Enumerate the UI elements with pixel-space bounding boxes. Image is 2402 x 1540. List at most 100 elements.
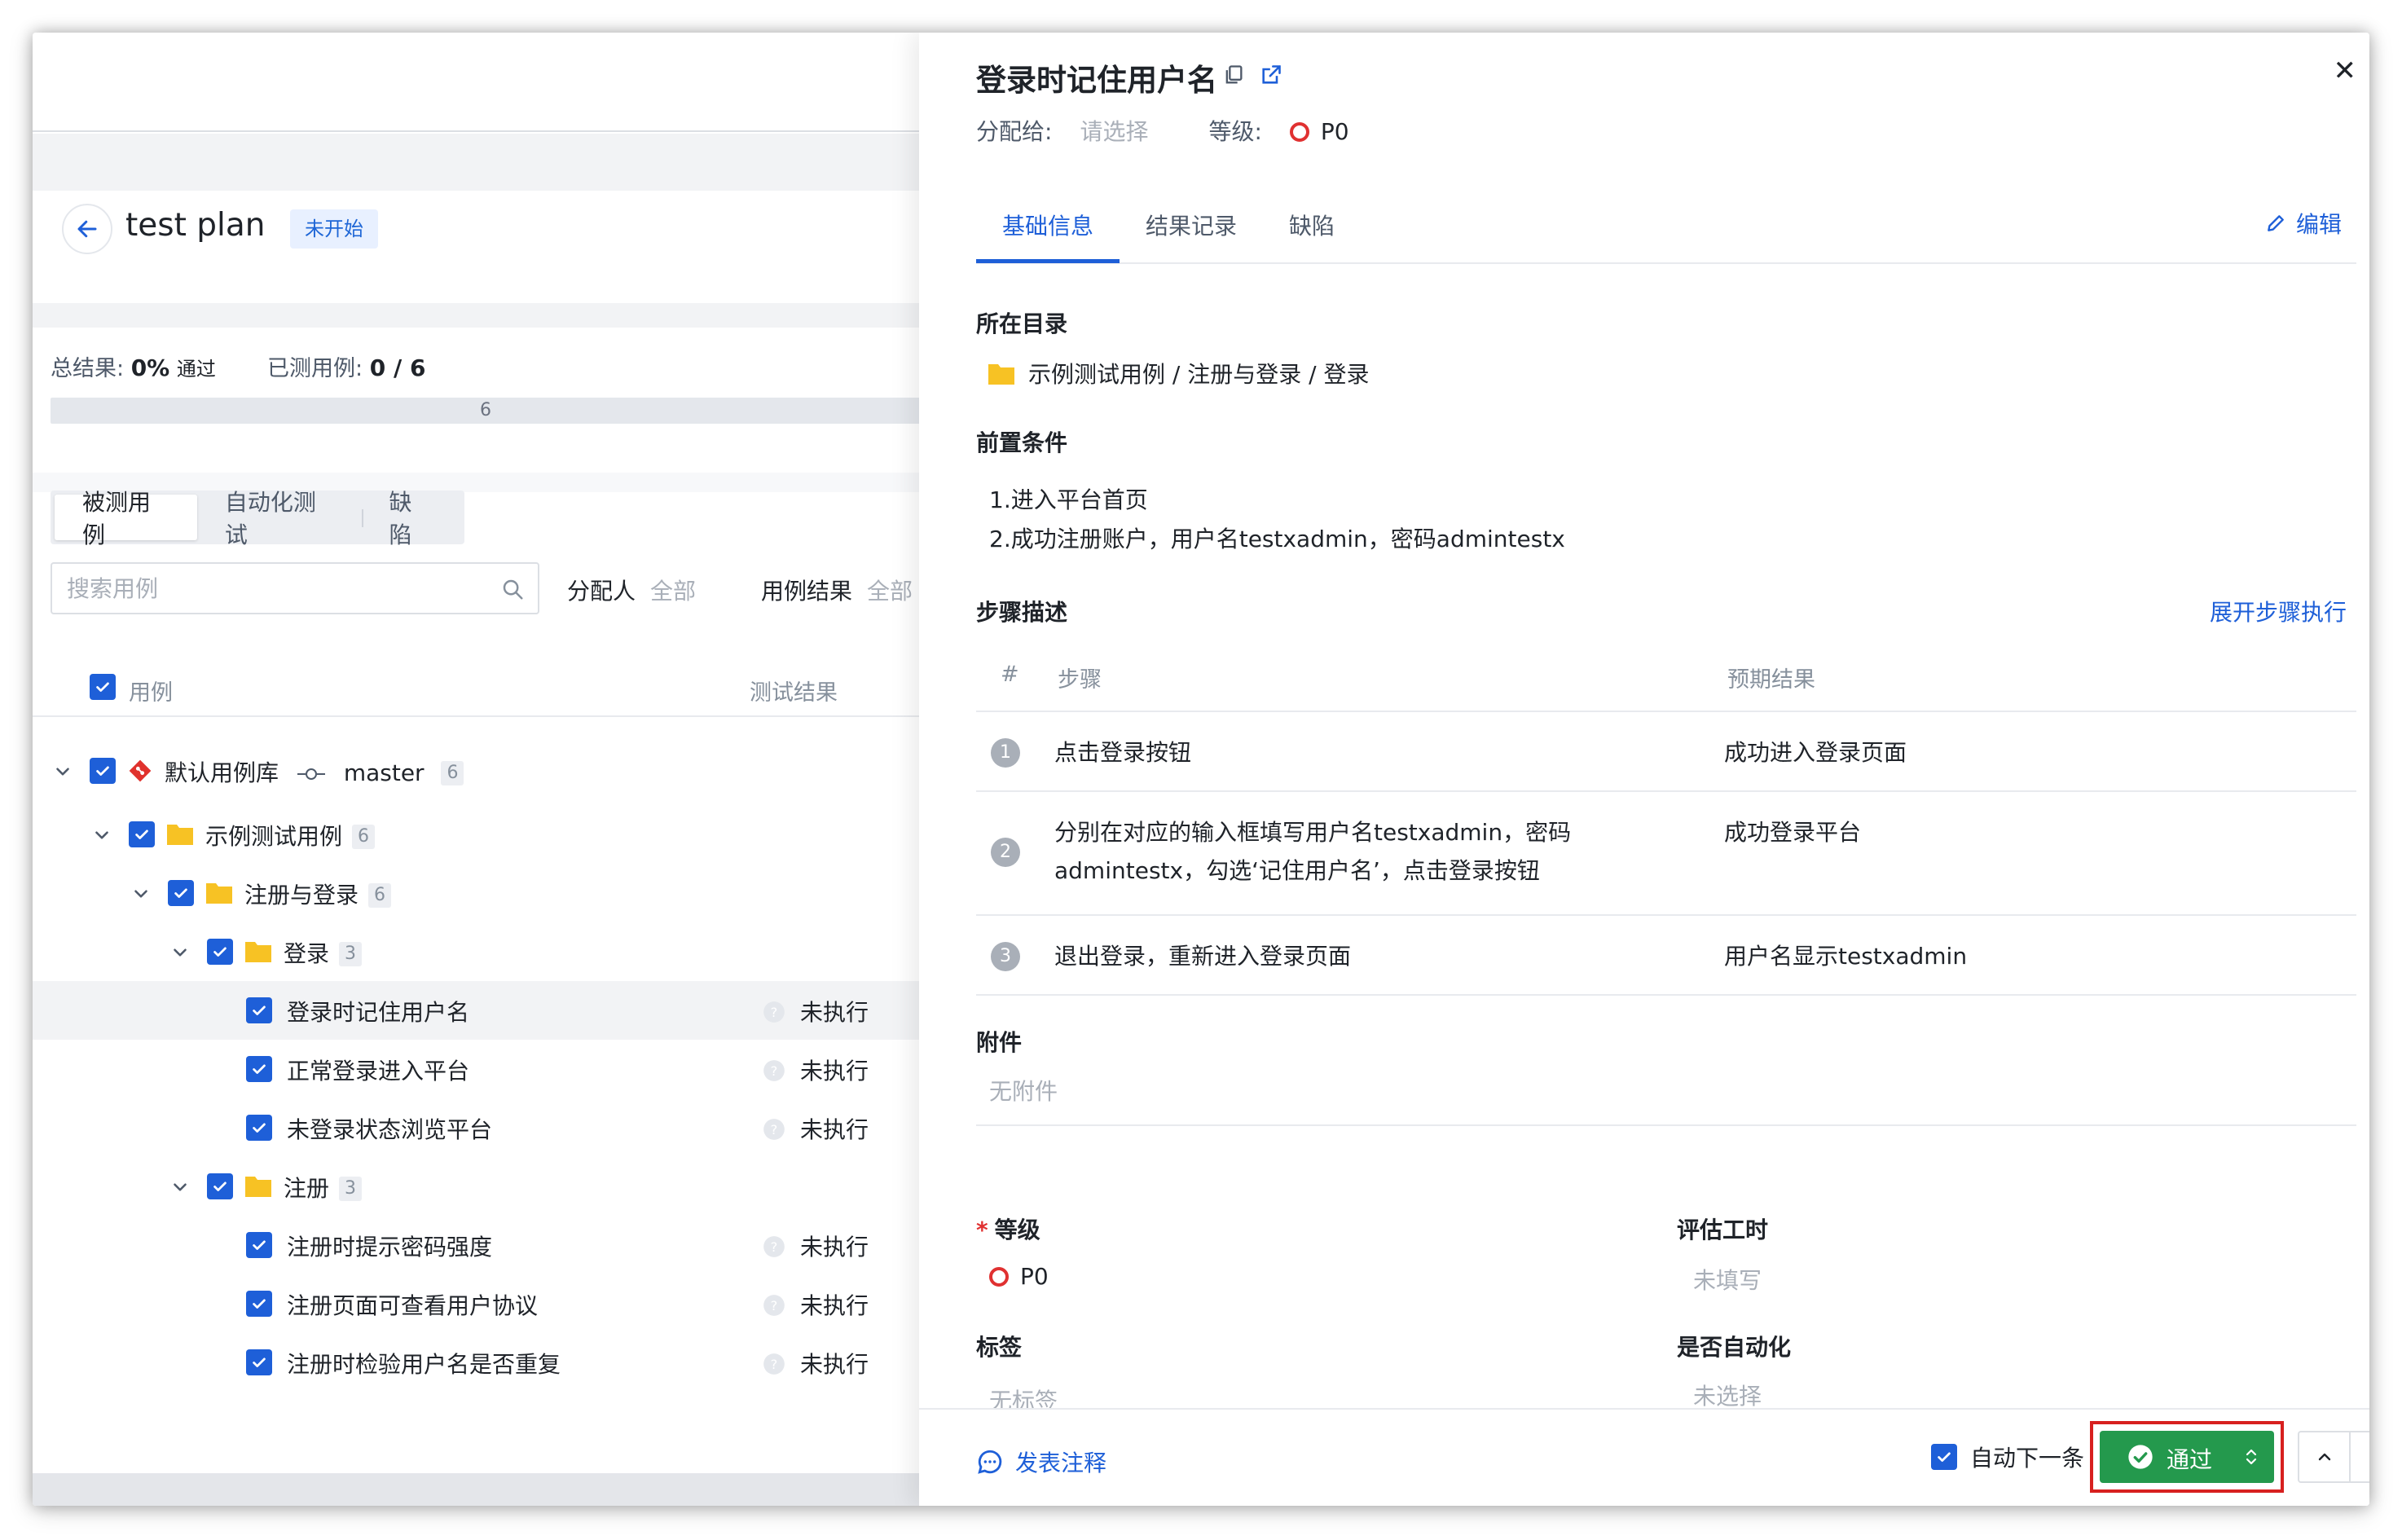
level-value: P0	[1320, 118, 1349, 145]
test-plan-page: test plan 未开始 总结果: 0% 通过 已测用例: 0 / 6 6 被…	[33, 33, 921, 1506]
estimate-field-value[interactable]: 未填写	[1693, 1263, 1762, 1296]
tab-defects[interactable]: 缺陷	[1289, 209, 1335, 241]
auto-next-checkbox[interactable]	[1931, 1444, 1957, 1470]
case-row[interactable]: 正常登录进入平台 ? 未执行	[33, 1040, 921, 1098]
case-checkbox[interactable]	[246, 997, 272, 1023]
attachment-empty: 无附件	[989, 1078, 1058, 1105]
chevron-down-icon	[2366, 1447, 2370, 1467]
tags-field-title: 标签	[976, 1334, 1023, 1361]
tree-checkbox[interactable]	[168, 880, 194, 906]
chevron-down-icon[interactable]	[169, 942, 191, 963]
tree-checkbox[interactable]	[129, 821, 155, 847]
detail-tabs: 基础信息 结果记录 缺陷 编辑	[976, 187, 2356, 264]
case-row-selected[interactable]: 登录时记住用户名 ? 未执行	[33, 981, 921, 1040]
check-icon	[253, 1357, 266, 1367]
tab-tested-cases[interactable]: 被测用例	[55, 489, 197, 548]
assign-select[interactable]: 请选择	[1080, 118, 1148, 145]
expand-steps-link[interactable]: 展开步骤执行	[2210, 595, 2347, 627]
chevron-down-icon[interactable]	[169, 1177, 191, 1198]
search-icon[interactable]	[500, 577, 525, 601]
count-badge: 6	[352, 825, 376, 849]
case-checkbox[interactable]	[246, 1115, 272, 1141]
tab-automation[interactable]: 自动化测试	[197, 489, 363, 548]
case-column-header: 用例	[129, 680, 173, 706]
branch-icon	[297, 768, 325, 780]
count-badge: 3	[339, 1177, 363, 1201]
folder-icon	[206, 883, 232, 904]
tab-basic-info[interactable]: 基础信息	[1002, 209, 1093, 241]
chevron-down-icon[interactable]	[91, 825, 112, 846]
app-window: test plan 未开始 总结果: 0% 通过 已测用例: 0 / 6 6 被…	[33, 33, 2369, 1506]
folder-name: 登录	[284, 940, 330, 967]
case-name: 注册时提示密码强度	[287, 1234, 493, 1261]
edit-button[interactable]: 编辑	[2265, 207, 2342, 240]
case-list-header: 用例 测试结果	[33, 660, 921, 717]
assignee-filter[interactable]: 分配人 全部	[567, 574, 696, 606]
previous-case-button[interactable]	[2299, 1432, 2349, 1481]
automated-field-title: 是否自动化	[1677, 1334, 1792, 1361]
automated-field-value[interactable]: 未选择	[1693, 1379, 1762, 1411]
progress-bar: 6	[51, 398, 921, 424]
select-all-checkbox[interactable]	[90, 674, 116, 700]
folder-name: 注册与登录	[244, 882, 359, 909]
auto-next-toggle[interactable]: 自动下一条	[1931, 1441, 2084, 1473]
directory-title: 所在目录	[976, 310, 1068, 337]
level-select[interactable]: P0	[1289, 118, 1349, 145]
page-bottom-band	[33, 1473, 921, 1506]
case-checkbox[interactable]	[246, 1056, 272, 1082]
case-row[interactable]: 注册页面可查看用户协议 ? 未执行	[33, 1274, 921, 1333]
comment-icon	[978, 1450, 1002, 1474]
active-tab-indicator	[976, 259, 1120, 263]
close-icon[interactable]: ✕	[2334, 57, 2357, 85]
tab-defects[interactable]: 缺陷	[362, 489, 460, 548]
branch-name: master	[343, 759, 425, 786]
question-icon: ?	[763, 1353, 785, 1375]
check-icon	[213, 1181, 227, 1191]
copy-icon[interactable]	[1222, 64, 1245, 86]
tree-checkbox[interactable]	[207, 1173, 233, 1199]
question-icon: ?	[763, 1295, 785, 1316]
edit-label: 编辑	[2295, 211, 2342, 238]
result-filter[interactable]: 用例结果 全部	[761, 574, 913, 606]
chevron-down-icon[interactable]	[130, 883, 152, 904]
auto-next-label: 自动下一条	[1970, 1445, 2085, 1472]
tree-folder-row[interactable]: 注册与登录 6	[33, 864, 921, 922]
search-input[interactable]	[52, 564, 538, 613]
case-checkbox[interactable]	[246, 1232, 272, 1258]
tree-folder-row[interactable]: 登录 3	[33, 922, 921, 981]
case-tabs: 被测用例 自动化测试 缺陷	[51, 489, 464, 548]
sort-caret-icon[interactable]	[2243, 1445, 2259, 1468]
tree-repo-row[interactable]: 默认用例库 master 6	[33, 741, 921, 800]
count-badge: 3	[339, 942, 363, 966]
tree-checkbox[interactable]	[90, 758, 116, 784]
tab-result-records[interactable]: 结果记录	[1146, 209, 1237, 241]
external-link-icon[interactable]	[1260, 64, 1282, 86]
level-field-value[interactable]: P0	[989, 1263, 1049, 1290]
case-row[interactable]: 注册时提示密码强度 ? 未执行	[33, 1216, 921, 1274]
folder-icon	[245, 942, 271, 962]
comment-button[interactable]: 发表注释	[976, 1445, 1106, 1478]
check-icon	[96, 766, 109, 776]
tree-checkbox[interactable]	[207, 939, 233, 965]
next-case-button[interactable]	[2351, 1432, 2369, 1481]
level-label: 等级:	[1208, 118, 1262, 145]
search-box	[51, 562, 539, 614]
drawer-footer: 发表注释 自动下一条 通过	[919, 1408, 2369, 1506]
case-checkbox[interactable]	[246, 1349, 272, 1375]
case-row[interactable]: 注册时检验用户名是否重复 ? 未执行	[33, 1333, 921, 1392]
case-name: 正常登录进入平台	[287, 1058, 470, 1085]
question-icon: ?	[763, 1060, 785, 1081]
chevron-down-icon[interactable]	[52, 761, 73, 782]
case-checkbox[interactable]	[246, 1291, 272, 1317]
svg-text:?: ?	[771, 1357, 778, 1372]
check-icon	[253, 1005, 266, 1015]
case-name: 注册页面可查看用户协议	[287, 1292, 539, 1319]
expected-header: 预期结果	[1727, 667, 1815, 693]
pass-button[interactable]: 通过	[2100, 1431, 2274, 1483]
case-row[interactable]: 未登录状态浏览平台 ? 未执行	[33, 1098, 921, 1157]
tree-folder-row[interactable]: 注册 3	[33, 1157, 921, 1216]
precondition-line: 2.成功注册账户，用户名testxadmin，密码admintestx	[989, 526, 1565, 552]
case-navigation	[2298, 1431, 2369, 1483]
back-button[interactable]	[62, 204, 112, 254]
tree-folder-row[interactable]: 示例测试用例 6	[33, 805, 921, 864]
